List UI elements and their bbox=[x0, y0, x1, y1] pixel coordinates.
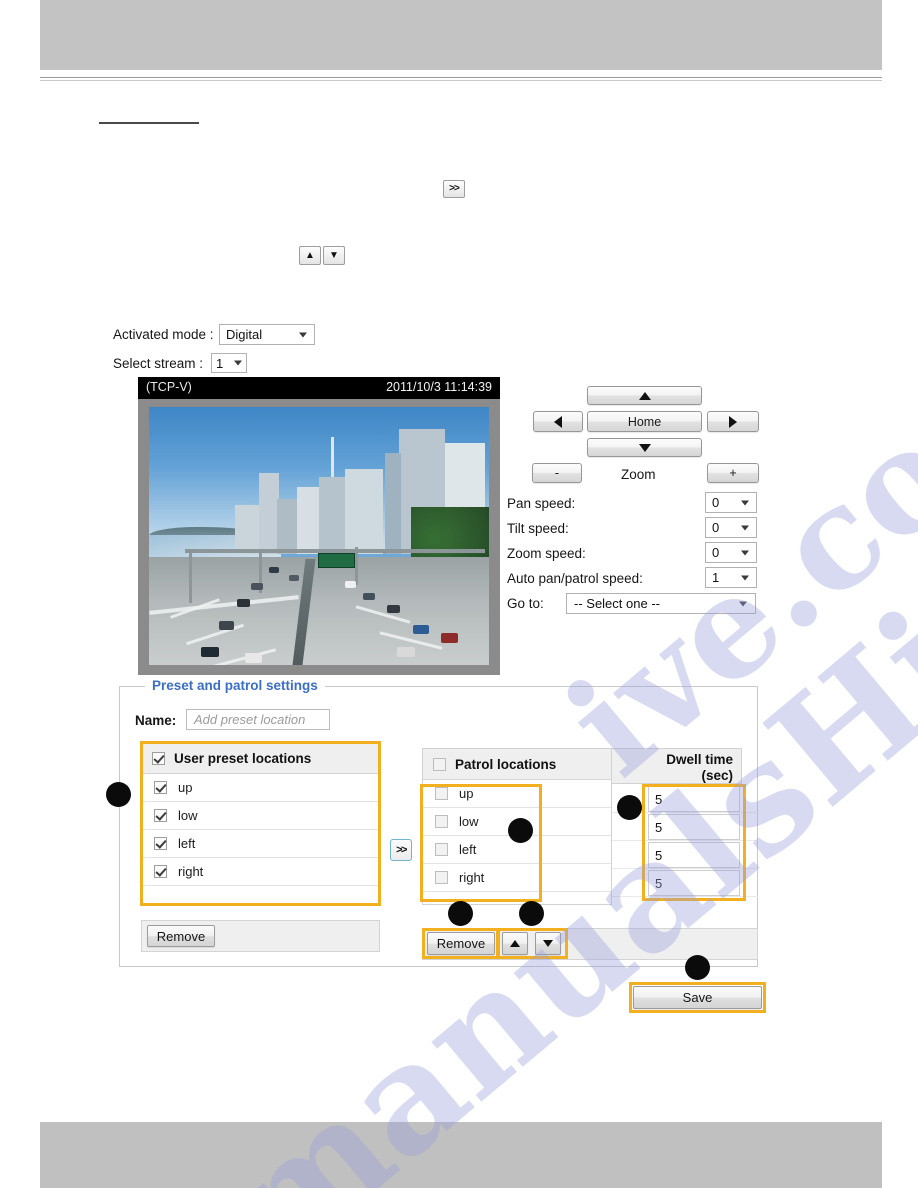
goto-label: Go to: bbox=[507, 596, 544, 611]
callout-marker bbox=[617, 795, 642, 820]
video-osd-bar: (TCP-V) 2011/10/3 11:14:39 bbox=[138, 377, 500, 399]
preset-name-label: Name: bbox=[135, 713, 177, 728]
chevron-down-icon bbox=[739, 601, 747, 606]
dwell-time-header: Dwell time (sec) bbox=[612, 748, 742, 784]
chevron-down-icon bbox=[741, 500, 749, 505]
manual-page: >> ▲ ▼ Activated mode : Digital Select s… bbox=[0, 0, 918, 1188]
select-stream-label: Select stream : bbox=[113, 356, 204, 371]
chevron-down-icon bbox=[299, 332, 307, 337]
highlight-move-buttons bbox=[496, 928, 568, 959]
header-divider bbox=[40, 77, 882, 78]
activated-mode-label: Activated mode : bbox=[113, 327, 214, 342]
header-divider-secondary bbox=[40, 80, 882, 81]
activated-mode-select[interactable]: Digital bbox=[219, 324, 315, 345]
triangle-up-icon bbox=[638, 391, 651, 400]
triangle-left-icon bbox=[554, 415, 562, 428]
highlight-patrol-list bbox=[420, 784, 542, 902]
chevron-down-icon bbox=[741, 550, 749, 555]
highlight-user-preset-list bbox=[140, 741, 381, 906]
callout-marker bbox=[508, 818, 533, 843]
auto-pan-patrol-speed-select[interactable]: 1 bbox=[705, 567, 757, 588]
auto-pan-patrol-speed-value: 1 bbox=[712, 570, 720, 585]
zoom-speed-label: Zoom speed: bbox=[507, 546, 586, 561]
transfer-to-patrol-button[interactable]: >> bbox=[390, 839, 412, 861]
chevron-down-icon bbox=[741, 575, 749, 580]
dwell-row-background bbox=[612, 897, 758, 927]
select-stream-value: 1 bbox=[216, 355, 224, 371]
page-footer-bar bbox=[40, 1122, 882, 1188]
pan-right-button[interactable] bbox=[707, 411, 759, 432]
zoom-label: Zoom bbox=[621, 467, 656, 482]
pan-speed-select[interactable]: 0 bbox=[705, 492, 757, 513]
patrol-header-row: Patrol locations bbox=[423, 749, 611, 780]
pan-down-button[interactable] bbox=[587, 438, 702, 457]
auto-pan-patrol-speed-label: Auto pan/patrol speed: bbox=[507, 571, 643, 586]
home-button[interactable]: Home bbox=[587, 411, 702, 432]
highlight-dwell-time bbox=[642, 784, 746, 901]
activated-mode-value: Digital bbox=[226, 327, 263, 342]
preset-name-input[interactable]: Add preset location bbox=[186, 709, 330, 730]
tilt-speed-label: Tilt speed: bbox=[507, 521, 569, 536]
pan-up-button[interactable] bbox=[587, 386, 702, 405]
callout-marker bbox=[448, 901, 473, 926]
pan-speed-value: 0 bbox=[712, 495, 720, 510]
chevron-down-icon bbox=[741, 525, 749, 530]
scene-road-sign bbox=[318, 553, 355, 568]
page-header-bar bbox=[40, 0, 882, 70]
callout-marker bbox=[519, 901, 544, 926]
video-frame bbox=[149, 407, 489, 665]
chevron-down-icon bbox=[234, 360, 242, 366]
callout-marker bbox=[685, 955, 710, 980]
pan-speed-label: Pan speed: bbox=[507, 496, 576, 511]
zoom-speed-value: 0 bbox=[712, 545, 720, 560]
zoom-speed-select[interactable]: 0 bbox=[705, 542, 757, 563]
triangle-down-icon bbox=[638, 443, 651, 452]
highlight-patrol-remove bbox=[422, 928, 500, 959]
patrol-header-checkbox[interactable] bbox=[433, 757, 446, 771]
callout-marker bbox=[106, 782, 131, 807]
up-chip-icon: ▲ bbox=[299, 246, 321, 265]
dwell-time-header-text: Dwell time (sec) bbox=[666, 752, 733, 784]
forward-chip-icon: >> bbox=[443, 180, 465, 198]
zoom-out-button[interactable]: - bbox=[532, 463, 582, 483]
osd-connection-label: (TCP-V) bbox=[146, 380, 192, 394]
preset-patrol-legend: Preset and patrol settings bbox=[145, 678, 325, 693]
pan-left-button[interactable] bbox=[533, 411, 583, 432]
section-title-underline bbox=[99, 122, 199, 124]
tilt-speed-value: 0 bbox=[712, 520, 720, 535]
osd-timestamp: 2011/10/3 11:14:39 bbox=[386, 380, 492, 394]
patrol-header-label: Patrol locations bbox=[455, 756, 557, 772]
goto-select[interactable]: -- Select one -- bbox=[566, 593, 756, 614]
goto-value: -- Select one -- bbox=[574, 596, 660, 611]
dwell-time-header-line1: Dwell time bbox=[666, 752, 733, 767]
select-stream-select[interactable]: 1 bbox=[211, 353, 247, 373]
zoom-in-button[interactable]: + bbox=[707, 463, 759, 483]
video-preview[interactable]: (TCP-V) 2011/10/3 11:14:39 bbox=[138, 377, 500, 675]
triangle-right-icon bbox=[729, 415, 737, 428]
user-preset-remove-button[interactable]: Remove bbox=[147, 925, 215, 947]
tilt-speed-select[interactable]: 0 bbox=[705, 517, 757, 538]
dwell-time-header-line2: (sec) bbox=[701, 768, 733, 783]
down-chip-icon: ▼ bbox=[323, 246, 345, 265]
highlight-save-button bbox=[629, 982, 766, 1013]
